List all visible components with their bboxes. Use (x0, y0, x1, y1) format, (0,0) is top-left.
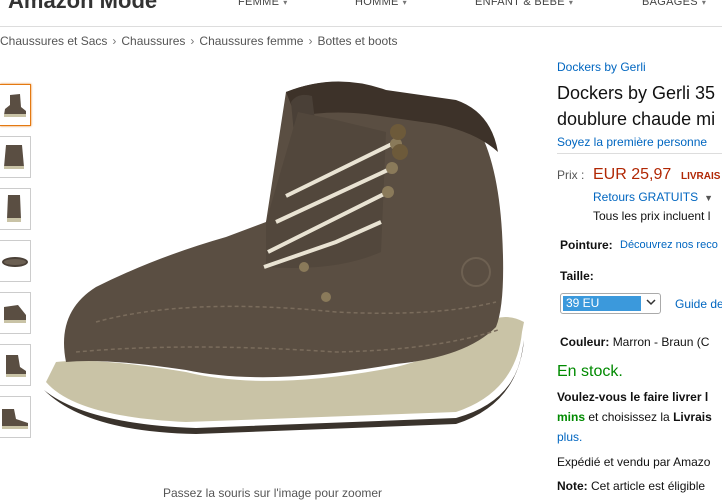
nav-bagages[interactable]: BAGAGES ▾ (642, 0, 706, 8)
price-value: EUR 25,97 (593, 166, 672, 183)
nav-label: ENFANT & BÉBÉ (475, 0, 565, 8)
breadcrumb-separator-icon: › (190, 34, 195, 48)
thumbnail-5[interactable] (0, 292, 31, 334)
top-nav-bar: Amazon Mode FEMME ▾ HOMME ▾ ENFANT & BÉBÉ ▾… (0, 0, 722, 27)
pointure-label: Pointure: (560, 238, 613, 252)
countdown-mins: mins (557, 410, 586, 424)
nav-homme[interactable]: HOMME ▾ (355, 0, 407, 8)
nav-femme[interactable]: FEMME ▾ (238, 0, 288, 8)
price-label: Prix : (557, 168, 585, 182)
note-row: Note: Cet article est éligible (557, 479, 705, 493)
stock-status: En stock. (557, 363, 623, 380)
color-label: Couleur: (560, 335, 610, 349)
chevron-down-icon: ▾ (568, 0, 574, 7)
free-returns-link[interactable]: Retours GRATUITS ▼ (593, 190, 713, 204)
nav-enfant-bebe[interactable]: ENFANT & BÉBÉ ▾ (475, 0, 573, 8)
store-logo[interactable]: Amazon Mode (8, 0, 157, 14)
pointure-link[interactable]: Découvrez nos reco (620, 239, 718, 251)
breadcrumb-item[interactable]: Chaussures (121, 34, 185, 48)
chevron-down-icon: ▾ (283, 0, 288, 7)
chevron-down-icon: ▼ (704, 193, 714, 203)
size-guide-link[interactable]: Guide de (675, 297, 722, 311)
product-title: Dockers by Gerli 35 doublure chaude mi (557, 80, 715, 132)
thumbnail-4[interactable] (0, 240, 31, 282)
color-row: Couleur: Marron - Braun (C (560, 335, 709, 349)
note-label: Note: (557, 479, 588, 493)
delivery-detail: mins et choisissez la Livrais (557, 410, 712, 424)
main-product-image[interactable] (36, 72, 532, 472)
product-title-line: doublure chaude mi (557, 109, 716, 129)
nav-label: HOMME (355, 0, 399, 8)
nav-label: BAGAGES (642, 0, 698, 8)
tax-note: Tous les prix incluent l (593, 209, 711, 223)
thumbnail-1[interactable] (0, 84, 31, 126)
breadcrumb-item[interactable]: Bottes et boots (317, 34, 397, 48)
zoom-hint: Passez la souris sur l'image pour zoomer (163, 486, 383, 500)
more-info-link[interactable]: plus. (557, 430, 582, 444)
product-title-line: Dockers by Gerli 35 (557, 83, 716, 103)
breadcrumb-separator-icon: › (112, 34, 117, 48)
chevron-down-icon: ▾ (402, 0, 407, 7)
thumbnail-2[interactable] (0, 136, 31, 178)
thumbnail-6[interactable] (0, 344, 31, 386)
write-review-link[interactable]: Soyez la première personne (557, 135, 707, 149)
size-dropdown[interactable]: 39 EU (560, 293, 661, 314)
brand-link[interactable]: Dockers by Gerli (557, 60, 646, 74)
selected-size: 39 EU (563, 296, 641, 311)
delivery-badge: LIVRAIS (681, 171, 721, 182)
thumbnail-3[interactable] (0, 188, 31, 230)
taille-label: Taille: (560, 269, 594, 283)
color-value: Marron - Braun (C (612, 335, 710, 349)
chevron-down-icon (646, 297, 656, 310)
delivery-question: Voulez-vous le faire livrer l (557, 390, 709, 404)
chevron-down-icon: ▾ (701, 0, 707, 7)
breadcrumb-separator-icon: › (308, 34, 313, 48)
delivery-text: et choisissez la (585, 410, 674, 424)
breadcrumb: Chaussures et Sacs › Chaussures › Chaussures… (0, 34, 398, 48)
thumbnail-7[interactable] (0, 396, 31, 438)
nav-label: FEMME (238, 0, 280, 8)
shipped-by: Expédié et vendu par Amazo (557, 455, 711, 469)
free-returns-label: Retours GRATUITS (593, 190, 699, 204)
delivery-option: Livrais (673, 410, 712, 424)
divider (557, 153, 722, 154)
note-text: Cet article est éligible (587, 479, 706, 493)
breadcrumb-item[interactable]: Chaussures et Sacs (0, 34, 107, 48)
breadcrumb-item[interactable]: Chaussures femme (199, 34, 303, 48)
